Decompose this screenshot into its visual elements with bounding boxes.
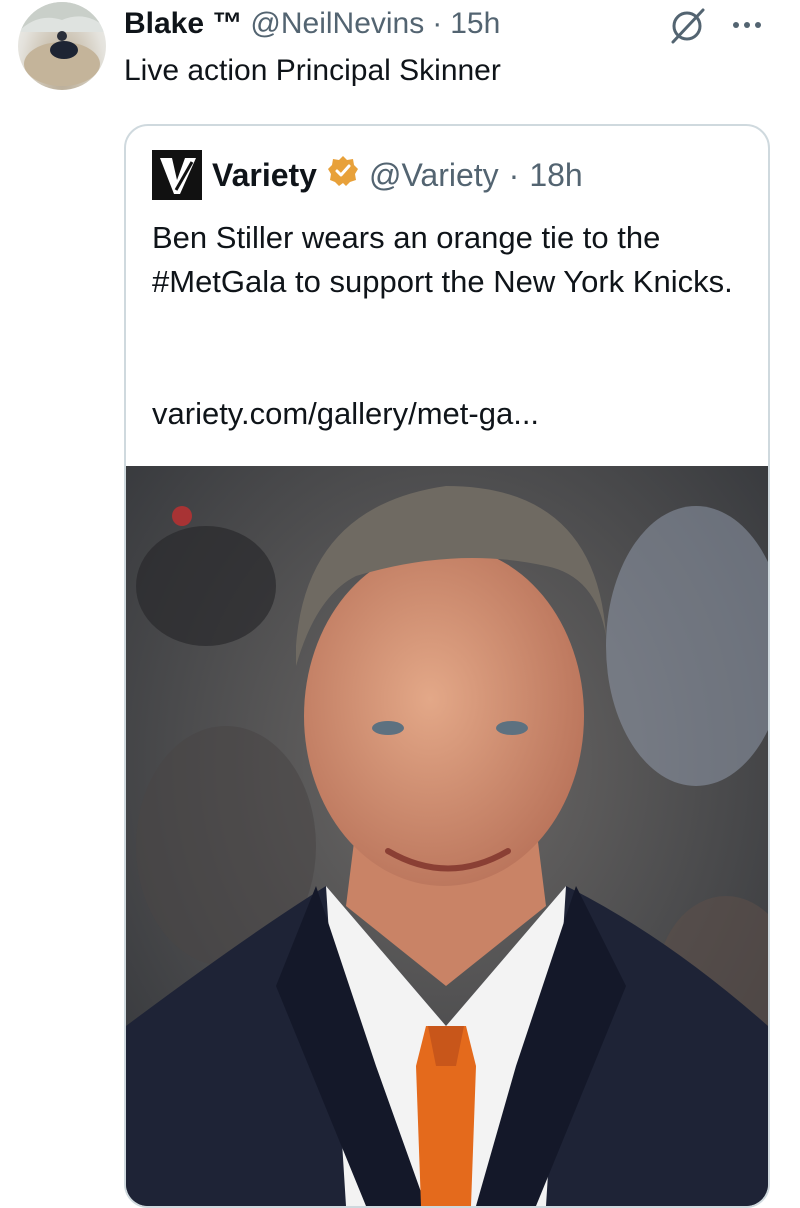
author-name[interactable]: Blake ™ bbox=[124, 7, 242, 41]
quoted-post-time[interactable]: 18h bbox=[529, 157, 582, 194]
avatar-image bbox=[18, 2, 106, 86]
avatar[interactable] bbox=[18, 2, 106, 90]
separator-dot: · bbox=[508, 156, 520, 193]
photo-illustration bbox=[126, 466, 768, 1206]
variety-logo-icon[interactable] bbox=[152, 150, 202, 200]
separator-dot: · bbox=[432, 7, 443, 40]
quoted-post-text: Ben Stiller wears an orange tie to the #… bbox=[152, 220, 733, 299]
quoted-author-name[interactable]: Variety bbox=[212, 157, 317, 194]
quoted-post-link[interactable]: variety.com/gallery/met-ga... bbox=[152, 392, 539, 436]
post-text: Live action Principal Skinner bbox=[124, 54, 501, 87]
quoted-post-header: Variety @Variety · 18h bbox=[152, 150, 583, 200]
post-header: Blake ™ @NeilNevins · 15h bbox=[124, 4, 500, 44]
verified-badge-icon bbox=[327, 155, 359, 195]
author-handle[interactable]: @NeilNevins bbox=[250, 7, 424, 41]
tweet[interactable]: Blake ™ @NeilNevins · 15h Live action Pr… bbox=[0, 0, 800, 1208]
quoted-post-image[interactable] bbox=[126, 466, 768, 1206]
quoted-post[interactable]: Variety @Variety · 18h Ben Stiller wears… bbox=[124, 124, 770, 1208]
grok-icon[interactable] bbox=[665, 4, 709, 48]
post-time[interactable]: 15h bbox=[450, 7, 500, 41]
quoted-author-handle[interactable]: @Variety bbox=[369, 157, 499, 194]
more-horizontal-icon[interactable] bbox=[722, 8, 772, 42]
